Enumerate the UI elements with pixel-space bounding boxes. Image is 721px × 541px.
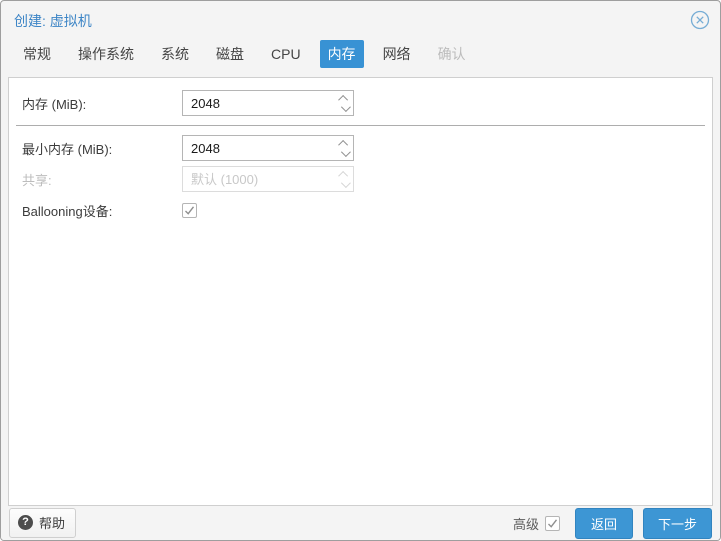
memory-input[interactable] [182,90,354,116]
tab-disks[interactable]: 磁盘 [208,40,252,68]
min-memory-spinner-field [182,135,354,161]
memory-spinner-field [182,90,354,116]
memory-spinner-buttons[interactable] [334,90,354,116]
circled-x-glyph [690,10,710,30]
next-button[interactable]: 下一步 [642,507,712,539]
memory-field-row: 内存 (MiB): [16,90,705,116]
dialog-title: 创建: 虚拟机 [14,13,92,29]
memory-form-panel: 内存 (MiB): 最小内存 (MiB): 共享: [8,77,713,506]
tab-os[interactable]: 操作系统 [70,40,142,68]
min-memory-field-row: 最小内存 (MiB): [16,135,705,161]
tab-general[interactable]: 常规 [15,40,59,68]
advanced-checkbox[interactable] [544,515,560,531]
ballooning-field-row: Ballooning设备: [16,197,705,223]
ballooning-checkbox[interactable] [182,202,197,218]
tab-network[interactable]: 网络 [375,40,419,68]
tab-system[interactable]: 系统 [153,40,197,68]
shares-input [182,166,354,192]
advanced-checkbox-label: 高级 [512,516,539,532]
help-button[interactable]: ? 帮助 [9,508,77,538]
shares-field-label: 共享: [22,172,52,188]
dialog-footer: ? 帮助 高级 返回 下一步 [1,506,720,540]
min-memory-spinner-buttons[interactable] [334,135,354,161]
checkmark-icon [185,205,195,215]
tab-cpu[interactable]: CPU [263,42,309,66]
min-memory-input[interactable] [182,135,354,161]
tab-memory[interactable]: 内存 [319,40,364,68]
advanced-section-divider [16,125,705,126]
dialog-header: 创建: 虚拟机 [1,1,720,33]
close-icon[interactable] [690,10,710,30]
wizard-tabbar: 常规 操作系统 系统 磁盘 CPU 内存 网络 确认 [1,33,720,77]
back-button[interactable]: 返回 [574,507,633,539]
memory-field-label: 内存 (MiB): [22,96,87,112]
shares-spinner-field [182,166,354,192]
shares-spinner-buttons [334,166,354,192]
min-memory-field-label: 最小内存 (MiB): [22,141,113,157]
create-vm-dialog: 创建: 虚拟机 常规 操作系统 系统 磁盘 CPU 内存 网络 确认 内存 (M… [0,0,721,541]
shares-field-row: 共享: [16,166,705,192]
checkmark-icon [547,518,558,528]
question-mark-icon: ? [18,515,33,530]
ballooning-field-label: Ballooning设备: [22,203,113,219]
tab-confirm: 确认 [437,46,466,62]
help-button-label: 帮助 [39,516,66,531]
